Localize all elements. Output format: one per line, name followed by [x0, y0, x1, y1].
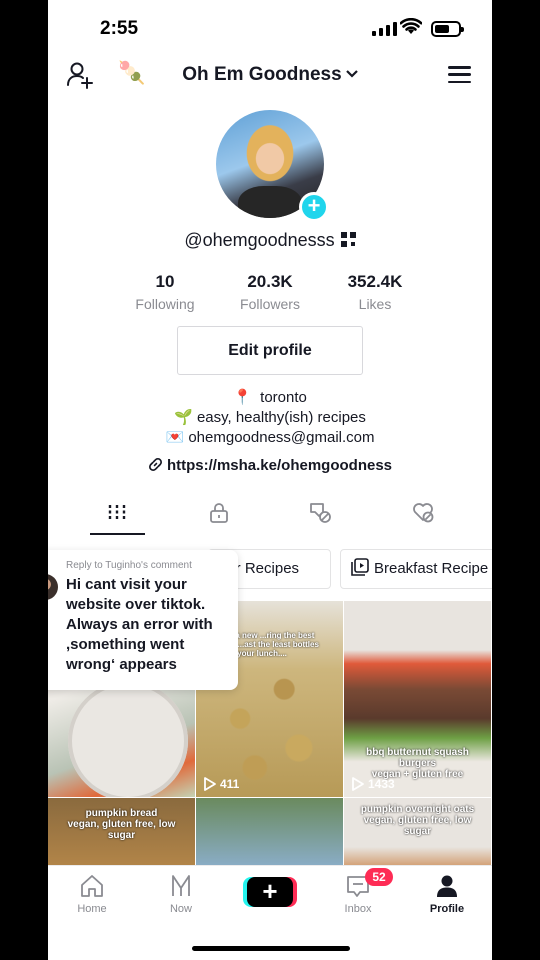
bio-text: easy, healthy(ish) recipes	[196, 409, 366, 426]
view-count: 411	[204, 777, 239, 791]
bio: 📍 toronto 🌱 easy, healthy(ish) recipes 💌…	[48, 388, 492, 448]
love-letter-icon: 💌	[165, 429, 185, 446]
bio-line-location: 📍 toronto	[48, 388, 492, 408]
inbox-badge: 52	[365, 868, 393, 886]
playlist-breakfast-recipes[interactable]: Breakfast Recipe	[340, 549, 492, 589]
playlist-icon	[351, 558, 369, 576]
profile-screen: 2:55 🍡 Oh Em Goodness + @ohemgoodnesss 1…	[48, 0, 492, 960]
view-count-text: 1433	[368, 777, 395, 791]
page-title: Oh Em Goodness	[182, 64, 342, 85]
active-tab-indicator	[90, 533, 145, 535]
play-icon	[352, 777, 364, 791]
bottom-navigation: Home Now + Inbox 52 Profile	[48, 865, 492, 960]
qr-code-icon[interactable]	[340, 232, 356, 247]
reply-comment-text: Hi cant visit your website over tiktok. …	[66, 576, 213, 673]
stat-label: Likes	[358, 296, 392, 312]
chevron-down-icon	[345, 70, 358, 78]
now-icon	[172, 875, 190, 896]
grid-icon	[108, 505, 126, 519]
stat-value: 352.4K	[347, 272, 403, 291]
nav-now[interactable]: Now	[146, 874, 216, 915]
menu-icon[interactable]	[448, 66, 471, 83]
profile-name-switcher[interactable]: Oh Em Goodness	[48, 64, 492, 86]
wifi-icon	[400, 18, 422, 34]
liked-hidden-icon	[413, 503, 434, 523]
bio-text: ohemgoodness@gmail.com	[188, 429, 375, 446]
video-caption: bbq butternut squash burgers vegan + glut…	[366, 747, 469, 780]
seedling-icon: 🌱	[174, 409, 193, 426]
home-indicator	[192, 946, 350, 951]
video-caption: pumpkin overnight oats vegan, gluten free…	[360, 804, 475, 837]
tab-videos[interactable]	[72, 496, 162, 538]
stat-value: 20.3K	[247, 272, 293, 291]
link-text: https://msha.ke/ohemgoodness	[166, 457, 393, 474]
reply-to-label: Reply to Tuginho's comment	[66, 560, 192, 571]
nav-label: Profile	[429, 903, 465, 915]
bio-text: toronto	[260, 389, 307, 406]
video-caption: pumpkin bread vegan, gluten free, low sug…	[67, 808, 176, 841]
add-avatar-plus-icon[interactable]: +	[299, 192, 329, 222]
profile-handle: @ohemgoodnesss	[184, 230, 335, 250]
lock-icon	[210, 503, 228, 523]
comment-reply-sticker[interactable]: Reply to Tuginho's comment Hi cant visit…	[48, 550, 238, 690]
cellular-signal-icon	[372, 22, 397, 36]
profile-icon	[437, 875, 457, 897]
status-time: 2:55	[100, 18, 139, 39]
nav-label: Now	[169, 903, 192, 915]
stat-following[interactable]: 10 Following	[115, 272, 215, 312]
view-count-text: 411	[220, 777, 240, 791]
wrap-plate-image	[68, 681, 188, 797]
video-thumbnail[interactable]: bbq butternut squash burgers vegan + glut…	[344, 601, 491, 797]
stat-value: 10	[155, 272, 175, 291]
profile-handle-row: @ohemgoodnesss	[48, 230, 492, 251]
battery-icon	[431, 21, 464, 37]
profile-link[interactable]: https://msha.ke/ohemgoodness	[48, 457, 492, 474]
content-tabs	[48, 496, 492, 538]
home-icon	[81, 875, 103, 897]
bio-line-recipes: 🌱 easy, healthy(ish) recipes	[48, 408, 492, 428]
stat-followers[interactable]: 20.3K Followers	[220, 272, 320, 312]
link-icon	[148, 458, 162, 471]
tag-hidden-icon	[310, 503, 331, 523]
commenter-avatar	[48, 574, 58, 600]
bio-line-email: 💌 ohemgoodness@gmail.com	[48, 428, 492, 448]
play-icon	[204, 777, 216, 791]
stat-likes[interactable]: 352.4K Likes	[325, 272, 425, 312]
create-plus-icon[interactable]: +	[247, 877, 293, 907]
tab-private[interactable]	[174, 496, 264, 538]
edit-profile-button[interactable]: Edit profile	[177, 326, 363, 375]
stat-label: Followers	[240, 296, 300, 312]
nav-label: Inbox	[344, 903, 372, 915]
playlist-label: Breakfast Recipe	[374, 560, 489, 577]
nav-profile[interactable]: Profile	[412, 874, 482, 915]
tab-liked[interactable]	[378, 496, 468, 538]
stat-label: Following	[135, 296, 195, 312]
status-bar: 2:55	[48, 0, 492, 58]
tab-tagged[interactable]	[276, 496, 366, 538]
nav-home[interactable]: Home	[57, 874, 127, 915]
pin-icon: 📍	[233, 389, 252, 406]
view-count: 1433	[352, 777, 395, 791]
nav-label: Home	[77, 903, 107, 915]
